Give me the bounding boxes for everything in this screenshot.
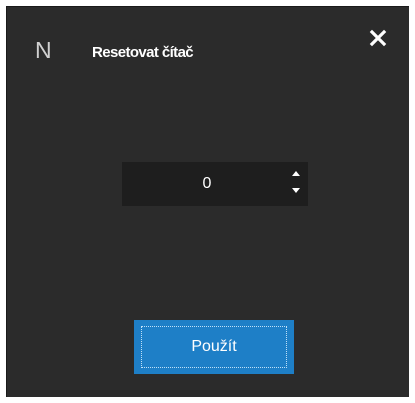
counter-value[interactable]: 0 xyxy=(122,162,282,206)
close-button[interactable] xyxy=(366,27,390,51)
app-logo: N xyxy=(35,37,52,63)
apply-button[interactable]: Použít xyxy=(134,320,294,374)
dialog-title: Resetovat čítač xyxy=(92,44,194,61)
increment-button[interactable] xyxy=(284,166,308,186)
arrow-down-icon xyxy=(292,188,300,193)
close-icon xyxy=(369,29,387,47)
counter-stepper[interactable]: 0 xyxy=(122,162,308,206)
apply-button-label: Použít xyxy=(191,338,237,355)
reset-counter-dialog: N Resetovat čítač 0 Použít xyxy=(6,6,409,397)
arrow-up-icon xyxy=(292,171,300,176)
decrement-button[interactable] xyxy=(284,184,308,204)
